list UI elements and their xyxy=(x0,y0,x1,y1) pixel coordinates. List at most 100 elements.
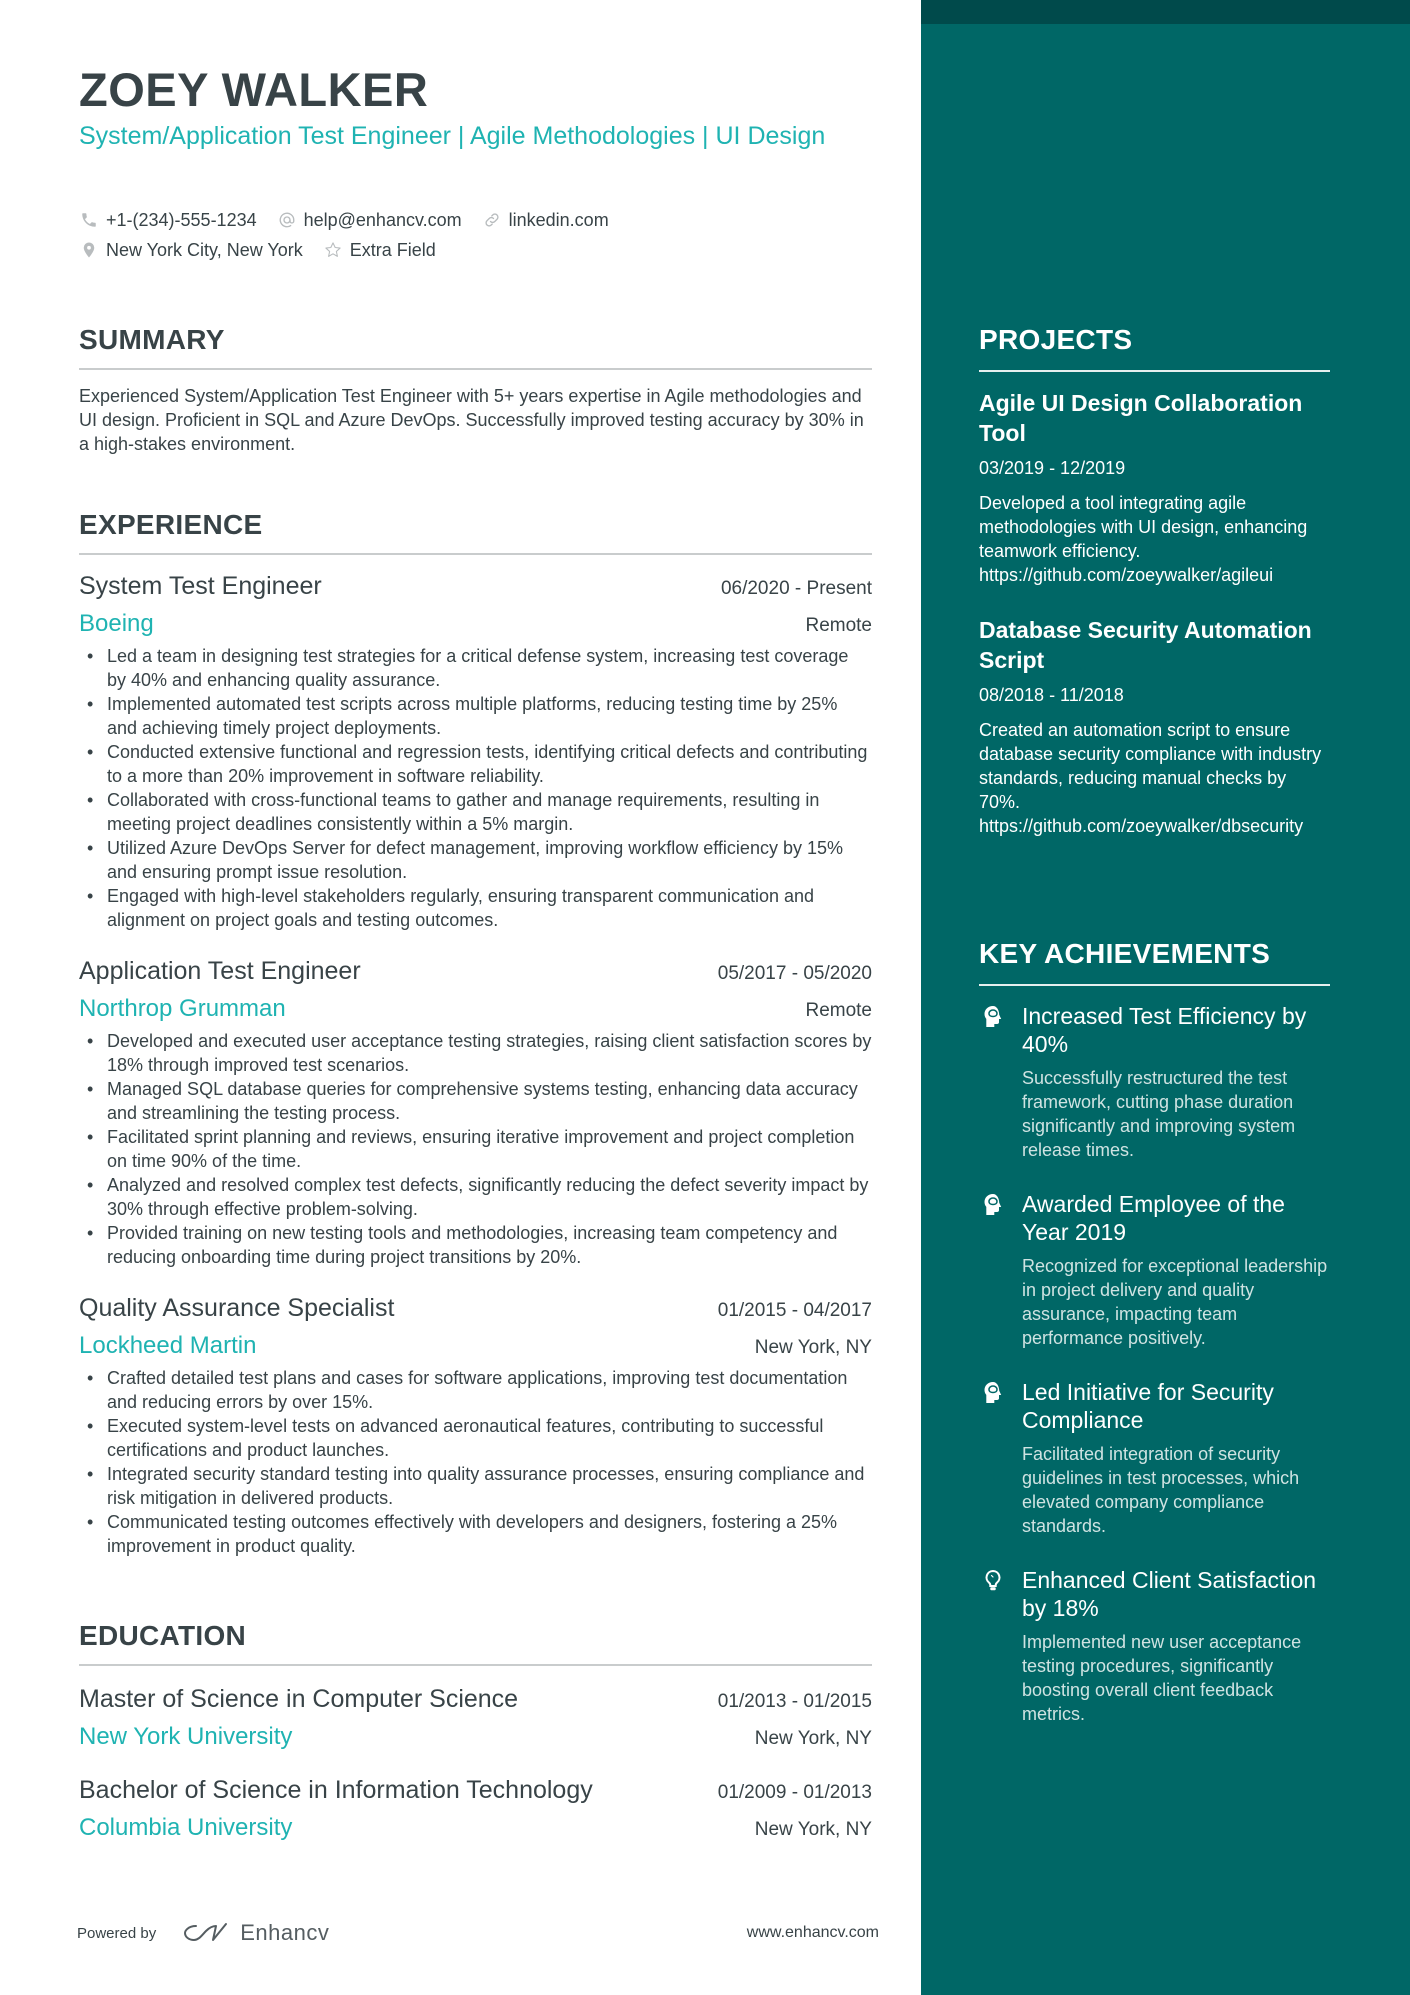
education-location: New York, NY xyxy=(754,1819,872,1840)
bullet-item: Implemented automated test scripts acros… xyxy=(87,692,872,740)
job-dates: 06/2020 - Present xyxy=(720,578,872,599)
job-location: Remote xyxy=(805,615,872,636)
lightbulb-icon xyxy=(982,1569,1004,1593)
main-column: ZOEY WALKER System/Application Test Engi… xyxy=(0,0,921,1995)
bullet-item: Utilized Azure DevOps Server for defect … xyxy=(87,836,872,884)
candidate-name: ZOEY WALKER xyxy=(79,63,429,116)
job-dates: 01/2015 - 04/2017 xyxy=(717,1300,872,1321)
job-location: New York, NY xyxy=(754,1337,872,1358)
school: New York University xyxy=(79,1723,293,1750)
job-entry: System Test Engineer 06/2020 - Present B… xyxy=(79,569,872,932)
job-company: Boeing xyxy=(79,610,154,637)
achievement-entry: Increased Test Efficiency by 40% Success… xyxy=(979,1002,1330,1162)
bullet-item: Engaged with high-level stakeholders reg… xyxy=(87,884,872,932)
email-link[interactable]: help@enhancv.com xyxy=(304,210,462,231)
bullet-item: Managed SQL database queries for compreh… xyxy=(87,1077,872,1125)
bullet-item: Crafted detailed test plans and cases fo… xyxy=(87,1366,872,1414)
achievement-description: Recognized for exceptional leadership in… xyxy=(1022,1256,1328,1348)
bullet-item: Collaborated with cross-functional teams… xyxy=(87,788,872,836)
achievement-entry: Enhanced Client Satisfaction by 18% Impl… xyxy=(979,1566,1330,1726)
experience-section: EXPERIENCE System Test Engineer 06/2020 … xyxy=(79,507,872,1558)
project-title: Agile UI Design Collaboration Tool xyxy=(979,390,1303,446)
achievement-title: Increased Test Efficiency by 40% xyxy=(1022,1003,1307,1057)
education-section: EDUCATION Master of Science in Computer … xyxy=(79,1618,872,1844)
contact-location: New York City, New York xyxy=(79,240,303,261)
location-pin-icon xyxy=(79,240,99,260)
education-dates: 01/2009 - 01/2013 xyxy=(717,1782,872,1803)
achievement-entry: Awarded Employee of the Year 2019 Recogn… xyxy=(979,1190,1330,1350)
phone-icon xyxy=(79,210,99,230)
project-description-text: Developed a tool integrating agile metho… xyxy=(979,493,1308,561)
contact-extra: Extra Field xyxy=(323,240,436,261)
job-bullets: Led a team in designing test strategies … xyxy=(79,644,872,932)
project-description-text: Created an automation script to ensure d… xyxy=(979,720,1322,812)
section-divider xyxy=(979,984,1330,986)
contact-linkedin: linkedin.com xyxy=(482,210,609,231)
achievement-title: Awarded Employee of the Year 2019 xyxy=(1022,1191,1285,1245)
contact-phone: +1-(234)-555-1234 xyxy=(79,210,257,231)
phone-text: +1-(234)-555-1234 xyxy=(106,209,257,230)
sidebar-top-band xyxy=(921,0,1410,24)
job-bullets: Crafted detailed test plans and cases fo… xyxy=(79,1366,872,1558)
bullet-item: Facilitated sprint planning and reviews,… xyxy=(87,1125,872,1173)
bullet-item: Led a team in designing test strategies … xyxy=(87,644,872,692)
bullet-item: Analyzed and resolved complex test defec… xyxy=(87,1173,872,1221)
project-description: Developed a tool integrating agile metho… xyxy=(979,491,1330,587)
summary-title: SUMMARY xyxy=(79,324,225,355)
achievement-description: Implemented new user acceptance testing … xyxy=(1022,1632,1302,1724)
section-divider xyxy=(79,368,872,370)
bullet-item: Communicated testing outcomes effectivel… xyxy=(87,1510,872,1558)
job-bullets: Developed and executed user acceptance t… xyxy=(79,1029,872,1269)
education-location: New York, NY xyxy=(754,1728,872,1749)
section-divider xyxy=(79,1664,872,1666)
enhancv-logo-icon xyxy=(184,1923,228,1941)
bullet-item: Provided training on new testing tools a… xyxy=(87,1221,872,1269)
projects-section: PROJECTS Agile UI Design Collaboration T… xyxy=(979,322,1330,838)
job-dates: 05/2017 - 05/2020 xyxy=(717,963,872,984)
job-title: System Test Engineer xyxy=(79,572,322,600)
achievements-section: KEY ACHIEVEMENTS Increased Test Efficien… xyxy=(979,936,1330,1726)
project-entry: Database Security Automation Script 08/2… xyxy=(979,615,1330,838)
project-dates: 08/2018 - 11/2018 xyxy=(979,685,1124,705)
head-brain-icon xyxy=(982,1381,1004,1405)
head-brain-icon xyxy=(982,1193,1004,1217)
headline: System/Application Test Engineer | Agile… xyxy=(79,122,826,150)
powered-by: Powered by Enhancv xyxy=(77,1919,329,1947)
summary-text: Experienced System/Application Test Engi… xyxy=(79,386,864,454)
contact-info: +1-(234)-555-1234 help@enhancv.com linke… xyxy=(79,205,899,265)
education-entry: Master of Science in Computer Science 01… xyxy=(79,1682,872,1753)
linkedin-link[interactable]: linkedin.com xyxy=(509,210,609,231)
job-title: Quality Assurance Specialist xyxy=(79,1294,395,1322)
job-title: Application Test Engineer xyxy=(79,957,361,985)
enhancv-logo[interactable]: Enhancv xyxy=(182,1919,329,1947)
achievement-title: Enhanced Client Satisfaction by 18% xyxy=(1022,1567,1317,1621)
achievements-title: KEY ACHIEVEMENTS xyxy=(979,938,1271,969)
achievement-title: Led Initiative for Security Compliance xyxy=(1022,1379,1274,1433)
contact-row: New York City, New York Extra Field xyxy=(79,235,899,265)
section-divider xyxy=(79,553,872,555)
project-dates: 03/2019 - 12/2019 xyxy=(979,458,1126,478)
bullet-item: Conducted extensive functional and regre… xyxy=(87,740,872,788)
head-brain-icon xyxy=(982,1005,1004,1029)
job-location: Remote xyxy=(805,1000,872,1021)
enhancv-brand: Enhancv xyxy=(240,1920,330,1945)
achievement-entry: Led Initiative for Security Compliance F… xyxy=(979,1378,1330,1538)
job-company: Northrop Grumman xyxy=(79,995,286,1022)
job-company: Lockheed Martin xyxy=(79,1332,257,1359)
website-link[interactable]: www.enhancv.com xyxy=(747,1924,879,1942)
achievement-description: Successfully restructured the test frame… xyxy=(1022,1068,1296,1160)
project-link[interactable]: https://github.com/zoeywalker/agileui xyxy=(979,563,1330,587)
star-icon xyxy=(323,240,343,260)
location-text: New York City, New York xyxy=(106,239,303,260)
footer: Powered by Enhancv www.enhancv.com xyxy=(77,1913,879,1953)
degree: Master of Science in Computer Science xyxy=(79,1685,519,1713)
project-description: Created an automation script to ensure d… xyxy=(979,718,1330,838)
extra-field-text: Extra Field xyxy=(349,239,436,260)
education-title: EDUCATION xyxy=(79,1620,247,1651)
contact-row: +1-(234)-555-1234 help@enhancv.com linke… xyxy=(79,205,899,235)
project-link[interactable]: https://github.com/zoeywalker/dbsecurity xyxy=(979,814,1330,838)
powered-by-label: Powered by xyxy=(77,1924,157,1942)
job-entry: Application Test Engineer 05/2017 - 05/2… xyxy=(79,954,872,1269)
bullet-item: Developed and executed user acceptance t… xyxy=(87,1029,872,1077)
summary-section: SUMMARY Experienced System/Application T… xyxy=(79,322,872,456)
